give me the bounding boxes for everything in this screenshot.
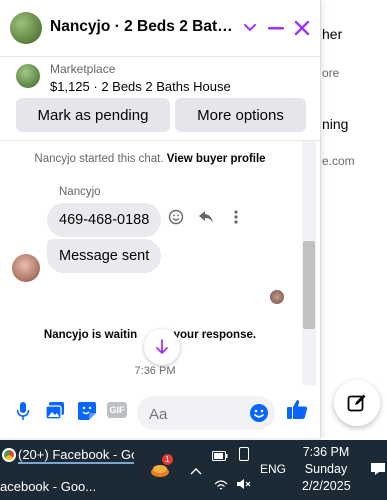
background-fragment-3: ning (322, 116, 349, 132)
system-clock[interactable]: 7:36 PM Sunday 2/2/2025 (302, 444, 351, 495)
chat-title[interactable]: Nancyjo · 2 Beds 2 Baths H... (50, 18, 240, 36)
taskbar: (20+) Facebook - Go... acebook - Goo... … (0, 440, 387, 500)
react-smiley-icon[interactable] (168, 209, 184, 225)
message-composer: GIF (0, 386, 320, 438)
chat-started-notice: Nancyjo started this chat. View buyer pr… (0, 153, 300, 165)
scroll-to-bottom-button[interactable] (144, 329, 180, 365)
chevron-up-icon[interactable] (190, 462, 202, 480)
sender-avatar[interactable] (12, 254, 40, 282)
volume-muted-icon[interactable] (236, 477, 252, 495)
background-fragment-4: e.com (322, 154, 355, 168)
message-input-wrapper[interactable] (137, 396, 275, 430)
chat-started-text: Nancyjo started this chat. (34, 153, 164, 165)
background-fragment-1: her (322, 26, 343, 42)
message-actions (168, 209, 244, 225)
message-thread[interactable]: Nancyjo started this chat. View buyer pr… (0, 140, 320, 385)
scrollbar-thumb[interactable] (303, 241, 315, 329)
chat-window: Nancyjo · 2 Beds 2 Baths H... Marketplac… (0, 0, 321, 438)
background-fragment-2: ore (322, 66, 340, 80)
view-buyer-profile-link[interactable]: View buyer profile (167, 153, 266, 165)
taskbar-item-facebook-1[interactable]: (20+) Facebook - Go... (18, 447, 134, 464)
clock-date: 2/2/2025 (302, 479, 351, 493)
sticker-icon[interactable] (76, 400, 98, 422)
minimize-icon[interactable] (262, 14, 290, 42)
chrome-icon[interactable] (2, 448, 16, 462)
message-timestamp: 7:36 PM (134, 365, 176, 377)
microphone-icon[interactable] (12, 400, 34, 422)
mark-as-pending-button[interactable]: Mark as pending (16, 98, 170, 132)
gif-icon[interactable]: GIF (107, 402, 127, 418)
waiting-text-end: your response. (173, 329, 257, 341)
battery-icon[interactable] (212, 448, 228, 466)
clock-time: 7:36 PM (302, 445, 350, 459)
sender-name: Nancyjo (59, 186, 101, 198)
listing-title: $1,125 · 2 Beds 2 Baths House (50, 79, 231, 94)
chevron-down-icon[interactable] (236, 14, 264, 42)
notification-badge: 1 (162, 454, 173, 465)
phone-link-icon[interactable] (238, 447, 250, 466)
language-indicator[interactable]: ENG (260, 462, 286, 476)
message-input[interactable] (147, 402, 251, 426)
listing-category: Marketplace (50, 62, 116, 76)
chat-header[interactable]: Nancyjo · 2 Beds 2 Baths H... (0, 0, 320, 57)
message-bubble[interactable]: 469-468-0188 (47, 203, 162, 237)
reply-icon[interactable] (198, 209, 214, 225)
more-options-button[interactable]: More options (175, 98, 306, 132)
wifi-icon[interactable] (214, 478, 228, 496)
photo-icon[interactable] (44, 400, 66, 422)
taskbar-item-facebook-2[interactable]: acebook - Goo... (0, 479, 110, 494)
seen-receipt-avatar (270, 290, 284, 304)
emoji-icon[interactable] (249, 403, 269, 428)
arrow-down-icon (156, 339, 168, 354)
app-tray-icon[interactable]: 1 (150, 454, 173, 478)
listing-avatar[interactable] (10, 12, 42, 44)
message-bubble[interactable]: Message sent (47, 239, 162, 273)
waiting-text-start: Nancyjo is waitin (43, 329, 138, 341)
listing-thumbnail (16, 64, 40, 88)
more-vertical-icon[interactable] (228, 209, 244, 225)
new-message-button[interactable] (334, 380, 380, 426)
clock-day: Sunday (304, 462, 348, 476)
thumbs-up-icon[interactable] (286, 398, 308, 420)
notifications-icon[interactable] (370, 462, 386, 481)
listing-info[interactable]: Marketplace $1,125 · 2 Beds 2 Baths Hous… (0, 57, 320, 99)
compose-icon (347, 394, 366, 412)
close-icon[interactable] (288, 14, 316, 42)
